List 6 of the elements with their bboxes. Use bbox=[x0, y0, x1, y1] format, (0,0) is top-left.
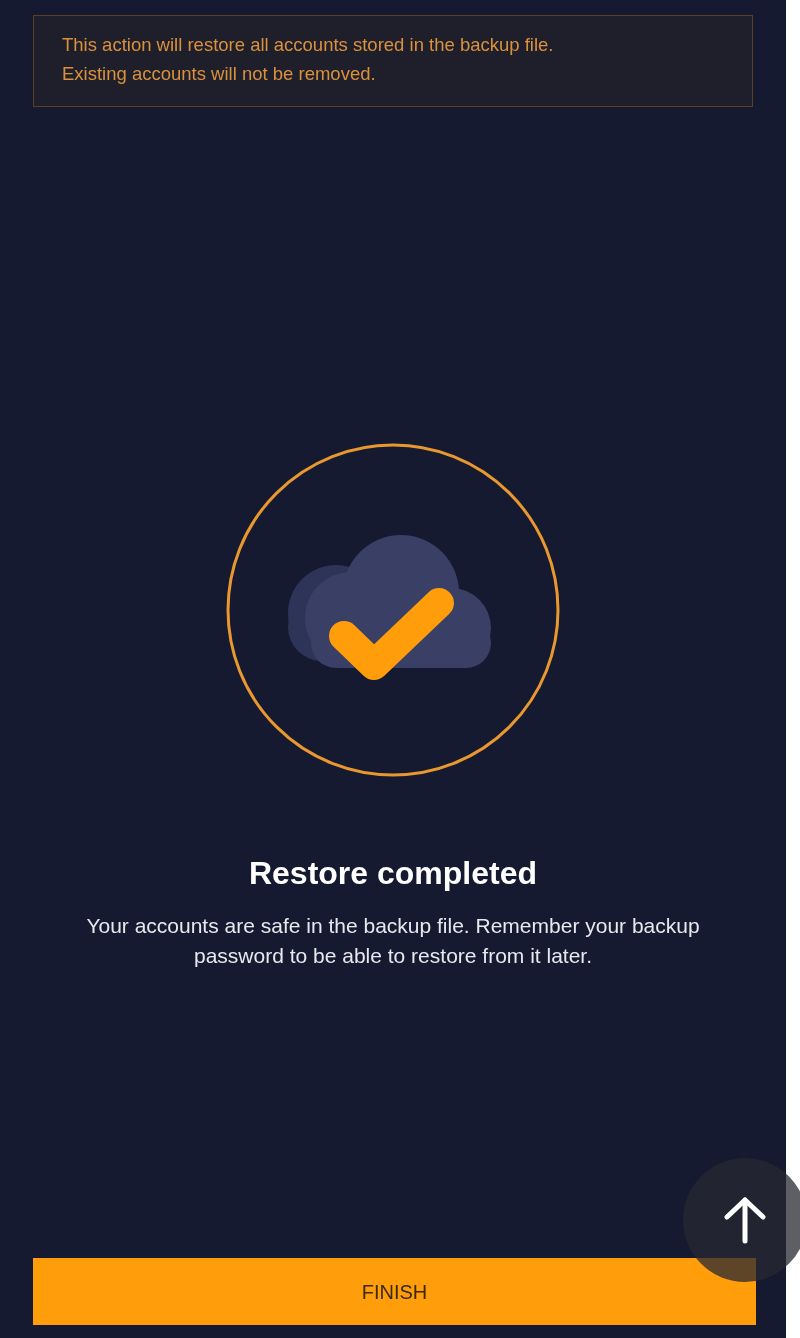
result-message: Your accounts are safe in the backup file. Remember your backup password to be able to restore from it later. bbox=[85, 913, 701, 969]
cloud-check-icon bbox=[226, 443, 560, 777]
result-title: Restore completed bbox=[248, 854, 538, 893]
notice-text: This action will restore all accounts stored in the backup file. bbox=[62, 33, 555, 57]
notice-text: Existing accounts will not be removed. bbox=[62, 62, 377, 86]
finish-button[interactable]: FINISH bbox=[33, 1258, 756, 1325]
